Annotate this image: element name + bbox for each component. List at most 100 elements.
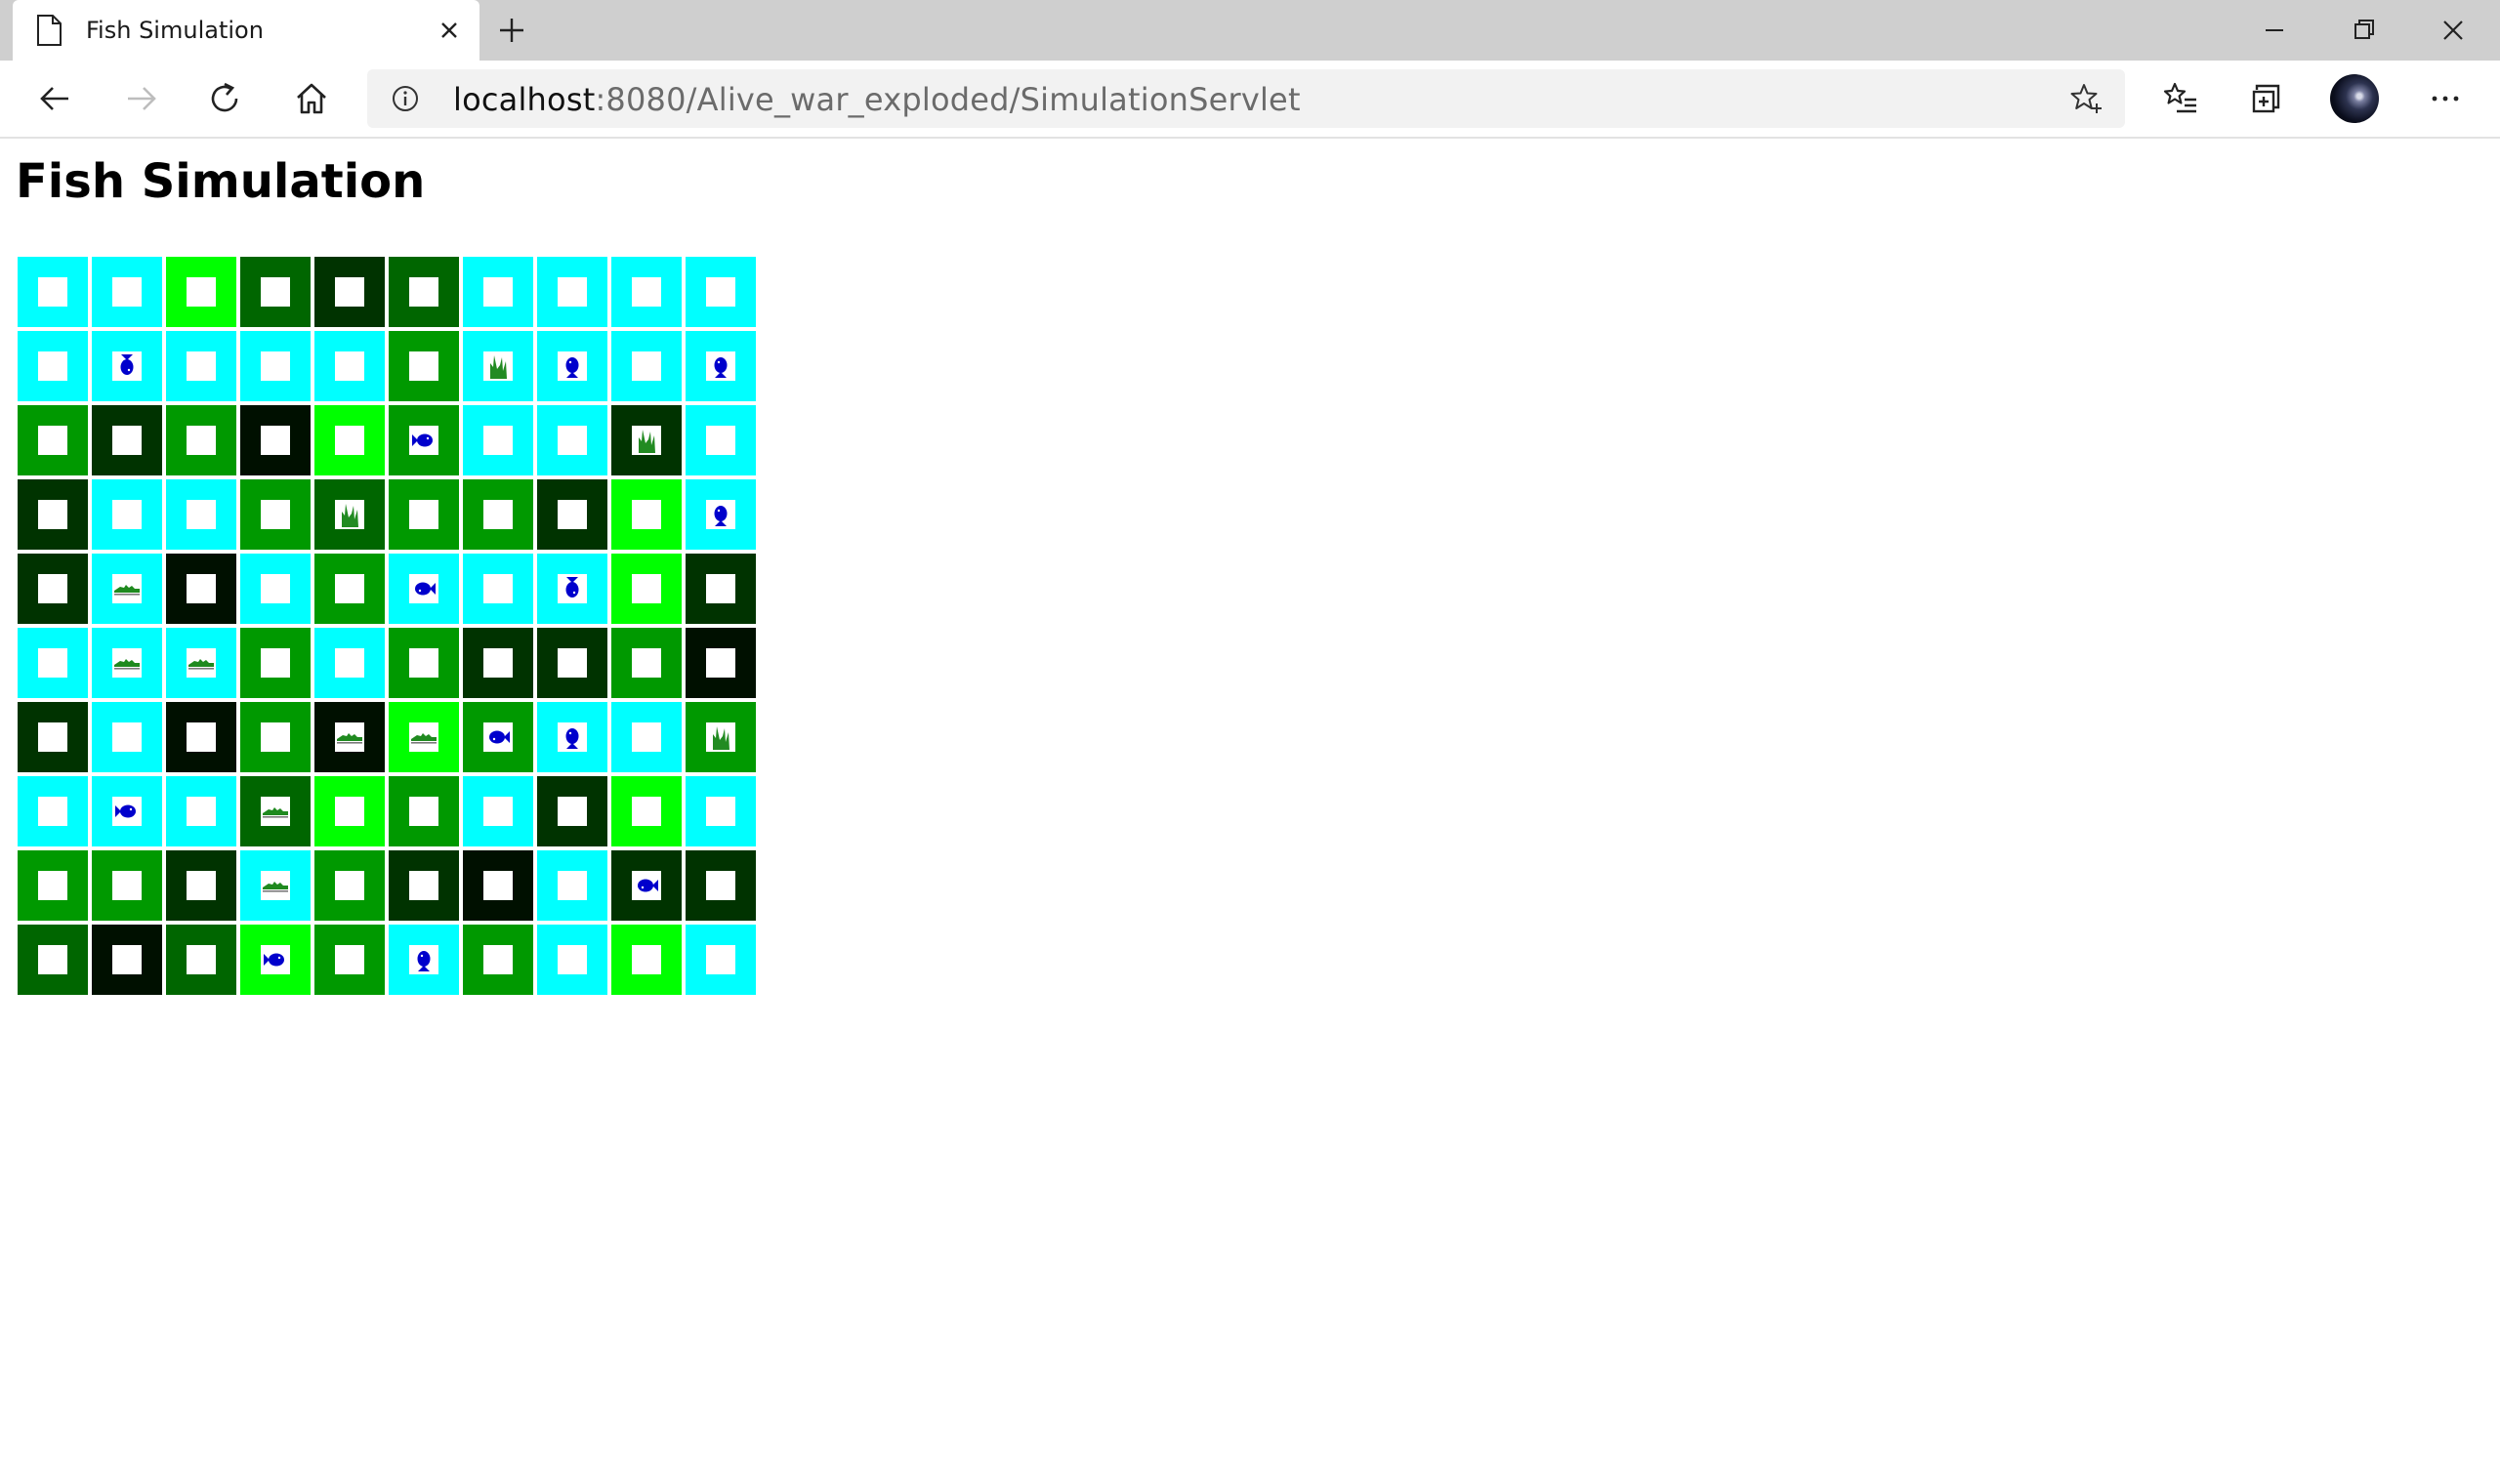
cell-box	[706, 722, 735, 752]
cell-box	[38, 426, 67, 455]
grid-cell	[314, 405, 385, 475]
grid-cell	[92, 925, 162, 995]
grid-cell	[463, 479, 533, 550]
cell-box	[38, 722, 67, 752]
plus-icon[interactable]	[496, 15, 527, 46]
grid-cell	[92, 405, 162, 475]
cell-box	[632, 722, 661, 752]
grid-cell	[611, 257, 682, 327]
grid-cell	[166, 331, 236, 401]
grid-cell	[611, 925, 682, 995]
refresh-icon[interactable]	[203, 76, 248, 121]
grid-cell	[686, 776, 756, 846]
grid-cell	[240, 554, 311, 624]
grid-cell	[314, 776, 385, 846]
home-icon[interactable]	[289, 76, 334, 121]
grid-cell	[686, 925, 756, 995]
grid-cell	[611, 554, 682, 624]
cell-box	[632, 945, 661, 974]
grid-cell	[240, 850, 311, 921]
cell-box	[261, 871, 290, 900]
address-bar[interactable]: localhost:8080/Alive_war_exploded/Simula…	[367, 69, 2125, 128]
grid-cell	[537, 702, 607, 772]
cell-box	[261, 945, 290, 974]
info-icon[interactable]	[391, 84, 420, 113]
cell-box	[558, 945, 587, 974]
cell-box	[335, 277, 364, 307]
url-text[interactable]: localhost:8080/Alive_war_exploded/Simula…	[453, 81, 1301, 118]
minimize-icon[interactable]	[2254, 10, 2295, 51]
cell-box	[112, 574, 142, 603]
more-icon[interactable]	[2423, 76, 2468, 121]
cell-box	[261, 797, 290, 826]
fish-icon	[565, 728, 579, 749]
grid-cell	[611, 479, 682, 550]
cell-box	[706, 277, 735, 307]
cell-box	[261, 574, 290, 603]
cell-box	[632, 277, 661, 307]
grid-cell	[611, 702, 682, 772]
grid-cell	[18, 776, 88, 846]
url-path: :8080/Alive_war_exploded/SimulationServl…	[595, 81, 1301, 118]
browser-toolbar: localhost:8080/Alive_war_exploded/Simula…	[0, 61, 2500, 139]
star-add-icon[interactable]	[2068, 81, 2104, 116]
cell-box	[187, 500, 216, 529]
grid-cell	[389, 925, 459, 995]
favorites-icon[interactable]	[2158, 76, 2203, 121]
grid-cell	[92, 628, 162, 698]
cell-box	[483, 277, 513, 307]
back-arrow-icon[interactable]	[33, 76, 78, 121]
cell-box	[483, 722, 513, 752]
grid-cell	[314, 479, 385, 550]
collections-icon[interactable]	[2245, 76, 2290, 121]
grid-cell	[463, 925, 533, 995]
restore-icon[interactable]	[2344, 10, 2385, 51]
cell-box	[112, 722, 142, 752]
grid-cell	[240, 702, 311, 772]
browser-tab[interactable]: Fish Simulation	[13, 0, 479, 61]
grid-cell	[92, 702, 162, 772]
cell-box	[409, 648, 438, 678]
grid-cell	[389, 702, 459, 772]
cell-box	[38, 648, 67, 678]
avatar[interactable]	[2330, 74, 2379, 123]
cell-box	[335, 426, 364, 455]
grid-cell	[18, 702, 88, 772]
cell-box	[38, 797, 67, 826]
cell-box	[112, 945, 142, 974]
cell-box	[558, 648, 587, 678]
crocodile-icon	[263, 807, 288, 818]
crocodile-icon	[188, 659, 214, 670]
tab-strip: Fish Simulation	[0, 0, 2500, 61]
grid-cell	[166, 925, 236, 995]
url-host: localhost	[453, 81, 596, 118]
cell-box	[335, 945, 364, 974]
grid-cell	[166, 479, 236, 550]
grid-cell	[92, 776, 162, 846]
simulation-grid	[18, 257, 756, 995]
seaweed-icon	[490, 355, 507, 379]
grid-cell	[389, 257, 459, 327]
grid-cell	[686, 628, 756, 698]
grid-cell	[389, 554, 459, 624]
cell-box	[112, 648, 142, 678]
cell-box	[335, 871, 364, 900]
cell-box	[558, 574, 587, 603]
grid-cell	[166, 257, 236, 327]
cell-box	[558, 426, 587, 455]
grid-cell	[389, 479, 459, 550]
grid-cell	[18, 257, 88, 327]
forward-arrow-icon[interactable]	[118, 76, 163, 121]
grid-cell	[240, 628, 311, 698]
grid-cell	[314, 925, 385, 995]
close-icon[interactable]	[435, 16, 464, 45]
grid-cell	[18, 331, 88, 401]
cell-box	[187, 351, 216, 381]
grid-cell	[537, 850, 607, 921]
crocodile-icon	[411, 733, 437, 744]
grid-cell	[240, 331, 311, 401]
cell-box	[632, 574, 661, 603]
window-close-icon[interactable]	[2433, 10, 2474, 51]
grid-cell	[314, 331, 385, 401]
grid-cell	[92, 257, 162, 327]
